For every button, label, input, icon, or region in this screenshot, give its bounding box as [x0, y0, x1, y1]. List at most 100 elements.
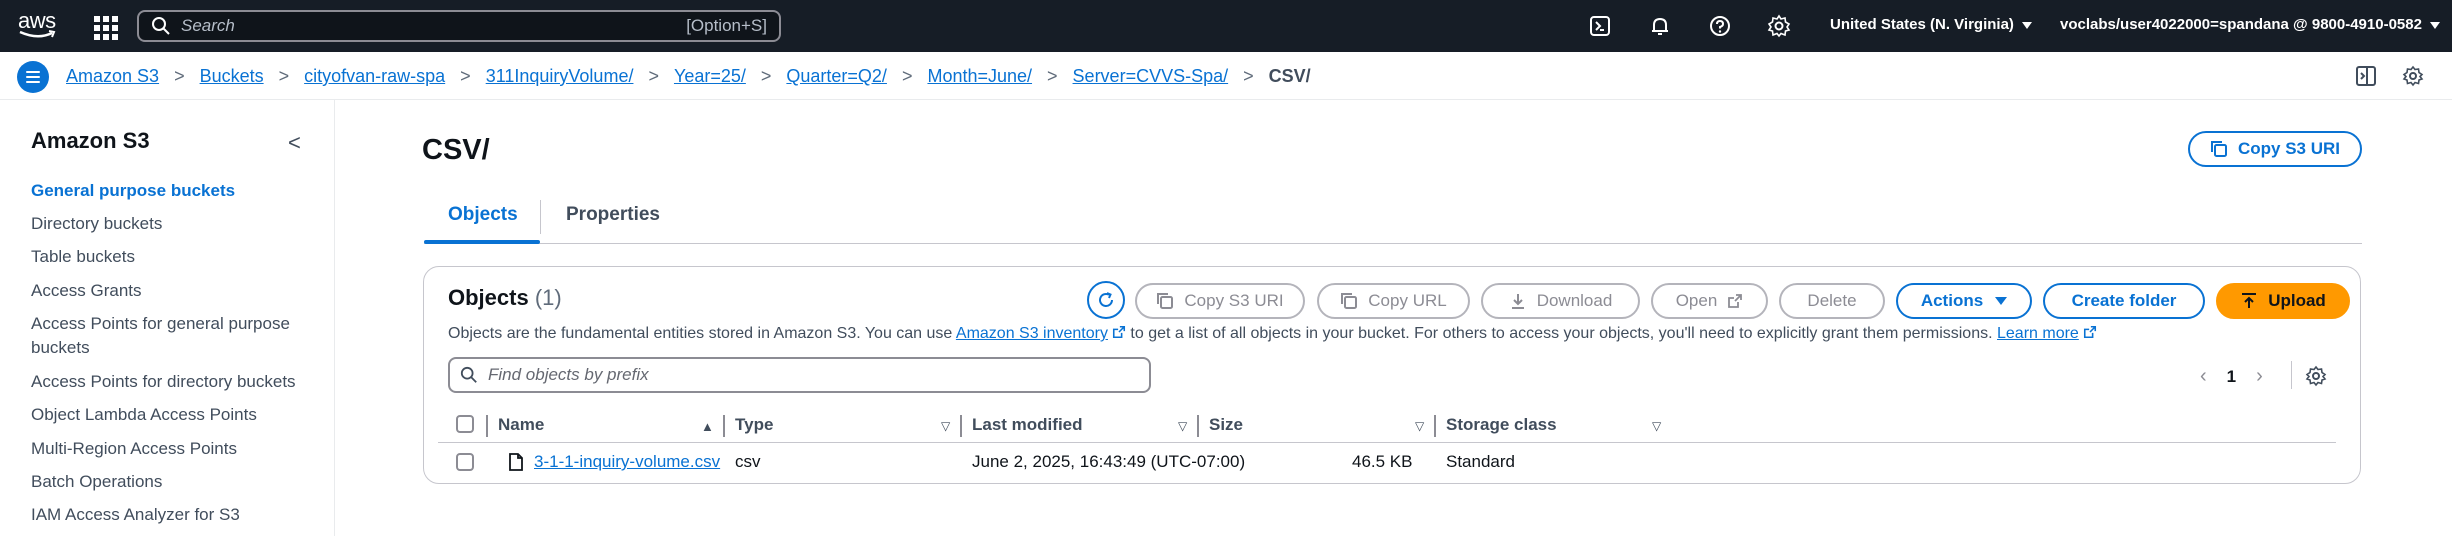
tab-objects[interactable]: Objects: [448, 204, 518, 226]
breadcrumb-item-bucket[interactable]: cityofvan-raw-spa: [304, 66, 445, 87]
breadcrumb-separator: >: [1243, 66, 1254, 86]
row-checkbox[interactable]: [456, 453, 474, 471]
sidebar-item-access-points-directory[interactable]: Access Points for directory buckets: [31, 370, 311, 394]
sidebar-item-multi-region[interactable]: Multi-Region Access Points: [31, 437, 311, 461]
help-icon[interactable]: [1708, 14, 1732, 38]
search-icon: [152, 17, 170, 35]
object-last-modified: June 2, 2025, 16:43:49 (UTC-07:00): [972, 452, 1246, 471]
sort-caret-icon[interactable]: ▽: [1178, 419, 1187, 433]
column-header-type[interactable]: Type: [735, 415, 773, 435]
breadcrumb-item-month[interactable]: Month=June/: [927, 66, 1032, 87]
external-link-icon: [1112, 325, 1126, 339]
copy-icon: [2210, 141, 2227, 157]
breadcrumb-separator: >: [901, 66, 913, 86]
actions-button-label: Actions: [1920, 291, 1984, 310]
tab-active-indicator: [424, 240, 540, 244]
services-grid-icon[interactable]: [92, 14, 118, 40]
find-objects-input[interactable]: Find objects by prefix: [448, 357, 1151, 393]
pagination-divider: [2291, 361, 2292, 389]
create-folder-button-label: Create folder: [2071, 291, 2177, 310]
menu-icon[interactable]: [17, 61, 49, 93]
copy-s3-uri-label: Copy S3 URI: [2237, 139, 2341, 158]
object-name-link[interactable]: 3-1-1-inquiry-volume.csv: [534, 452, 720, 472]
cloudshell-icon[interactable]: [1588, 14, 1612, 38]
search-shortcut: [Option+S]: [686, 16, 767, 35]
find-objects-placeholder: Find objects by prefix: [488, 365, 649, 384]
sort-caret-icon[interactable]: ▽: [1415, 419, 1424, 433]
region-selector[interactable]: United States (N. Virginia): [1830, 16, 2032, 33]
external-link-icon: [2083, 325, 2096, 339]
breadcrumb-separator: >: [1047, 66, 1058, 86]
preferences-gear-icon[interactable]: [2402, 65, 2424, 87]
upload-button[interactable]: Upload: [2216, 283, 2350, 319]
account-label: voclabs/user4022000=spandana @ 9800-4910…: [2060, 16, 2422, 33]
copy-icon: [1341, 293, 1358, 309]
breadcrumb-item-year[interactable]: Year=25/: [674, 66, 746, 87]
delete-button[interactable]: Delete: [1779, 283, 1885, 319]
sidebar-item-directory-buckets[interactable]: Directory buckets: [31, 212, 311, 236]
aws-smile-icon: [19, 30, 56, 38]
column-header-last-modified[interactable]: Last modified: [972, 415, 1083, 435]
breadcrumb-separator: >: [278, 66, 290, 86]
create-folder-button[interactable]: Create folder: [2043, 283, 2205, 319]
chevron-left-icon[interactable]: ‹: [2200, 365, 2207, 388]
breadcrumb-item-quarter[interactable]: Quarter=Q2/: [786, 66, 887, 87]
sidebar-item-batch-operations[interactable]: Batch Operations: [31, 470, 311, 494]
sidebar-item-iam-access-analyzer[interactable]: IAM Access Analyzer for S3: [31, 503, 311, 527]
region-label: United States (N. Virginia): [1830, 16, 2014, 33]
side-navigation: Amazon S3 < General purpose buckets Dire…: [0, 100, 335, 536]
sidebar-item-table-buckets[interactable]: Table buckets: [31, 245, 311, 269]
objects-description: Objects are the fundamental entities sto…: [448, 325, 2097, 343]
page-number[interactable]: 1: [2227, 367, 2236, 387]
object-type: csv: [735, 452, 761, 471]
caret-down-icon: [2021, 21, 2032, 29]
search-placeholder: Search: [181, 16, 235, 35]
tab-divider: [540, 200, 541, 234]
download-button[interactable]: Download: [1481, 283, 1640, 319]
settings-icon[interactable]: [1767, 14, 1791, 38]
table-header: Name ▲ Type ▽ Last modified ▽ Size ▽ Sto…: [438, 407, 2336, 443]
breadcrumb-item-server[interactable]: Server=CVVS-Spa/: [1073, 66, 1229, 87]
sidebar-item-access-grants[interactable]: Access Grants: [31, 279, 311, 303]
column-header-size[interactable]: Size: [1209, 415, 1243, 435]
split-panel-icon[interactable]: [2355, 65, 2377, 87]
breadcrumb-current: CSV/: [1268, 66, 1311, 86]
column-header-name[interactable]: Name: [498, 415, 544, 435]
collapse-sidebar-icon[interactable]: <: [288, 130, 301, 156]
search-icon: [460, 366, 477, 383]
learn-more-link[interactable]: Learn more: [1997, 325, 2079, 342]
breadcrumb-item-amazon-s3[interactable]: Amazon S3: [66, 66, 159, 87]
external-link-icon: [1728, 294, 1743, 308]
download-icon: [1511, 294, 1524, 309]
object-name[interactable]: 3-1-1-inquiry-volume.csv: [534, 452, 720, 471]
copy-s3-uri-button[interactable]: Copy S3 URI: [1135, 283, 1305, 319]
sidebar-item-general-purpose-buckets[interactable]: General purpose buckets: [31, 179, 311, 203]
global-search-input[interactable]: Search [Option+S]: [137, 10, 781, 42]
s3-inventory-link[interactable]: Amazon S3 inventory: [956, 325, 1108, 342]
sidebar-item-access-points-general[interactable]: Access Points for general purpose bucket…: [31, 312, 311, 360]
chevron-right-icon[interactable]: ›: [2256, 365, 2263, 388]
column-separator: [960, 415, 962, 437]
table-preferences-gear-icon[interactable]: [2305, 365, 2327, 387]
aws-logo[interactable]: aws: [18, 8, 60, 42]
sort-caret-icon[interactable]: ▽: [941, 419, 950, 433]
bell-icon[interactable]: [1648, 14, 1672, 38]
tab-properties[interactable]: Properties: [566, 204, 660, 226]
refresh-button[interactable]: [1087, 281, 1125, 319]
account-menu[interactable]: voclabs/user4022000=spandana @ 9800-4910…: [2060, 16, 2440, 33]
column-header-storage-class[interactable]: Storage class: [1446, 415, 1557, 435]
sidebar-item-object-lambda[interactable]: Object Lambda Access Points: [31, 403, 311, 427]
sort-caret-icon[interactable]: ▽: [1652, 419, 1661, 433]
top-navigation: aws Search [Option+S] United States (N. …: [0, 0, 2452, 52]
description-text-end: to get a list of all objects in your buc…: [1130, 325, 1993, 342]
breadcrumb-item-buckets[interactable]: Buckets: [200, 66, 264, 87]
copy-url-button[interactable]: Copy URL: [1317, 283, 1470, 319]
copy-s3-uri-header-button[interactable]: Copy S3 URI: [2188, 131, 2362, 167]
select-all-checkbox[interactable]: [456, 415, 474, 433]
breadcrumb-item-folder[interactable]: 311InquiryVolume/: [486, 66, 634, 87]
open-button[interactable]: Open: [1651, 283, 1768, 319]
column-separator: [1197, 415, 1199, 437]
sort-ascending-icon[interactable]: ▲: [701, 419, 714, 434]
table-row: 3-1-1-inquiry-volume.csv csv June 2, 202…: [438, 443, 2336, 481]
actions-dropdown-button[interactable]: Actions: [1896, 283, 2032, 319]
